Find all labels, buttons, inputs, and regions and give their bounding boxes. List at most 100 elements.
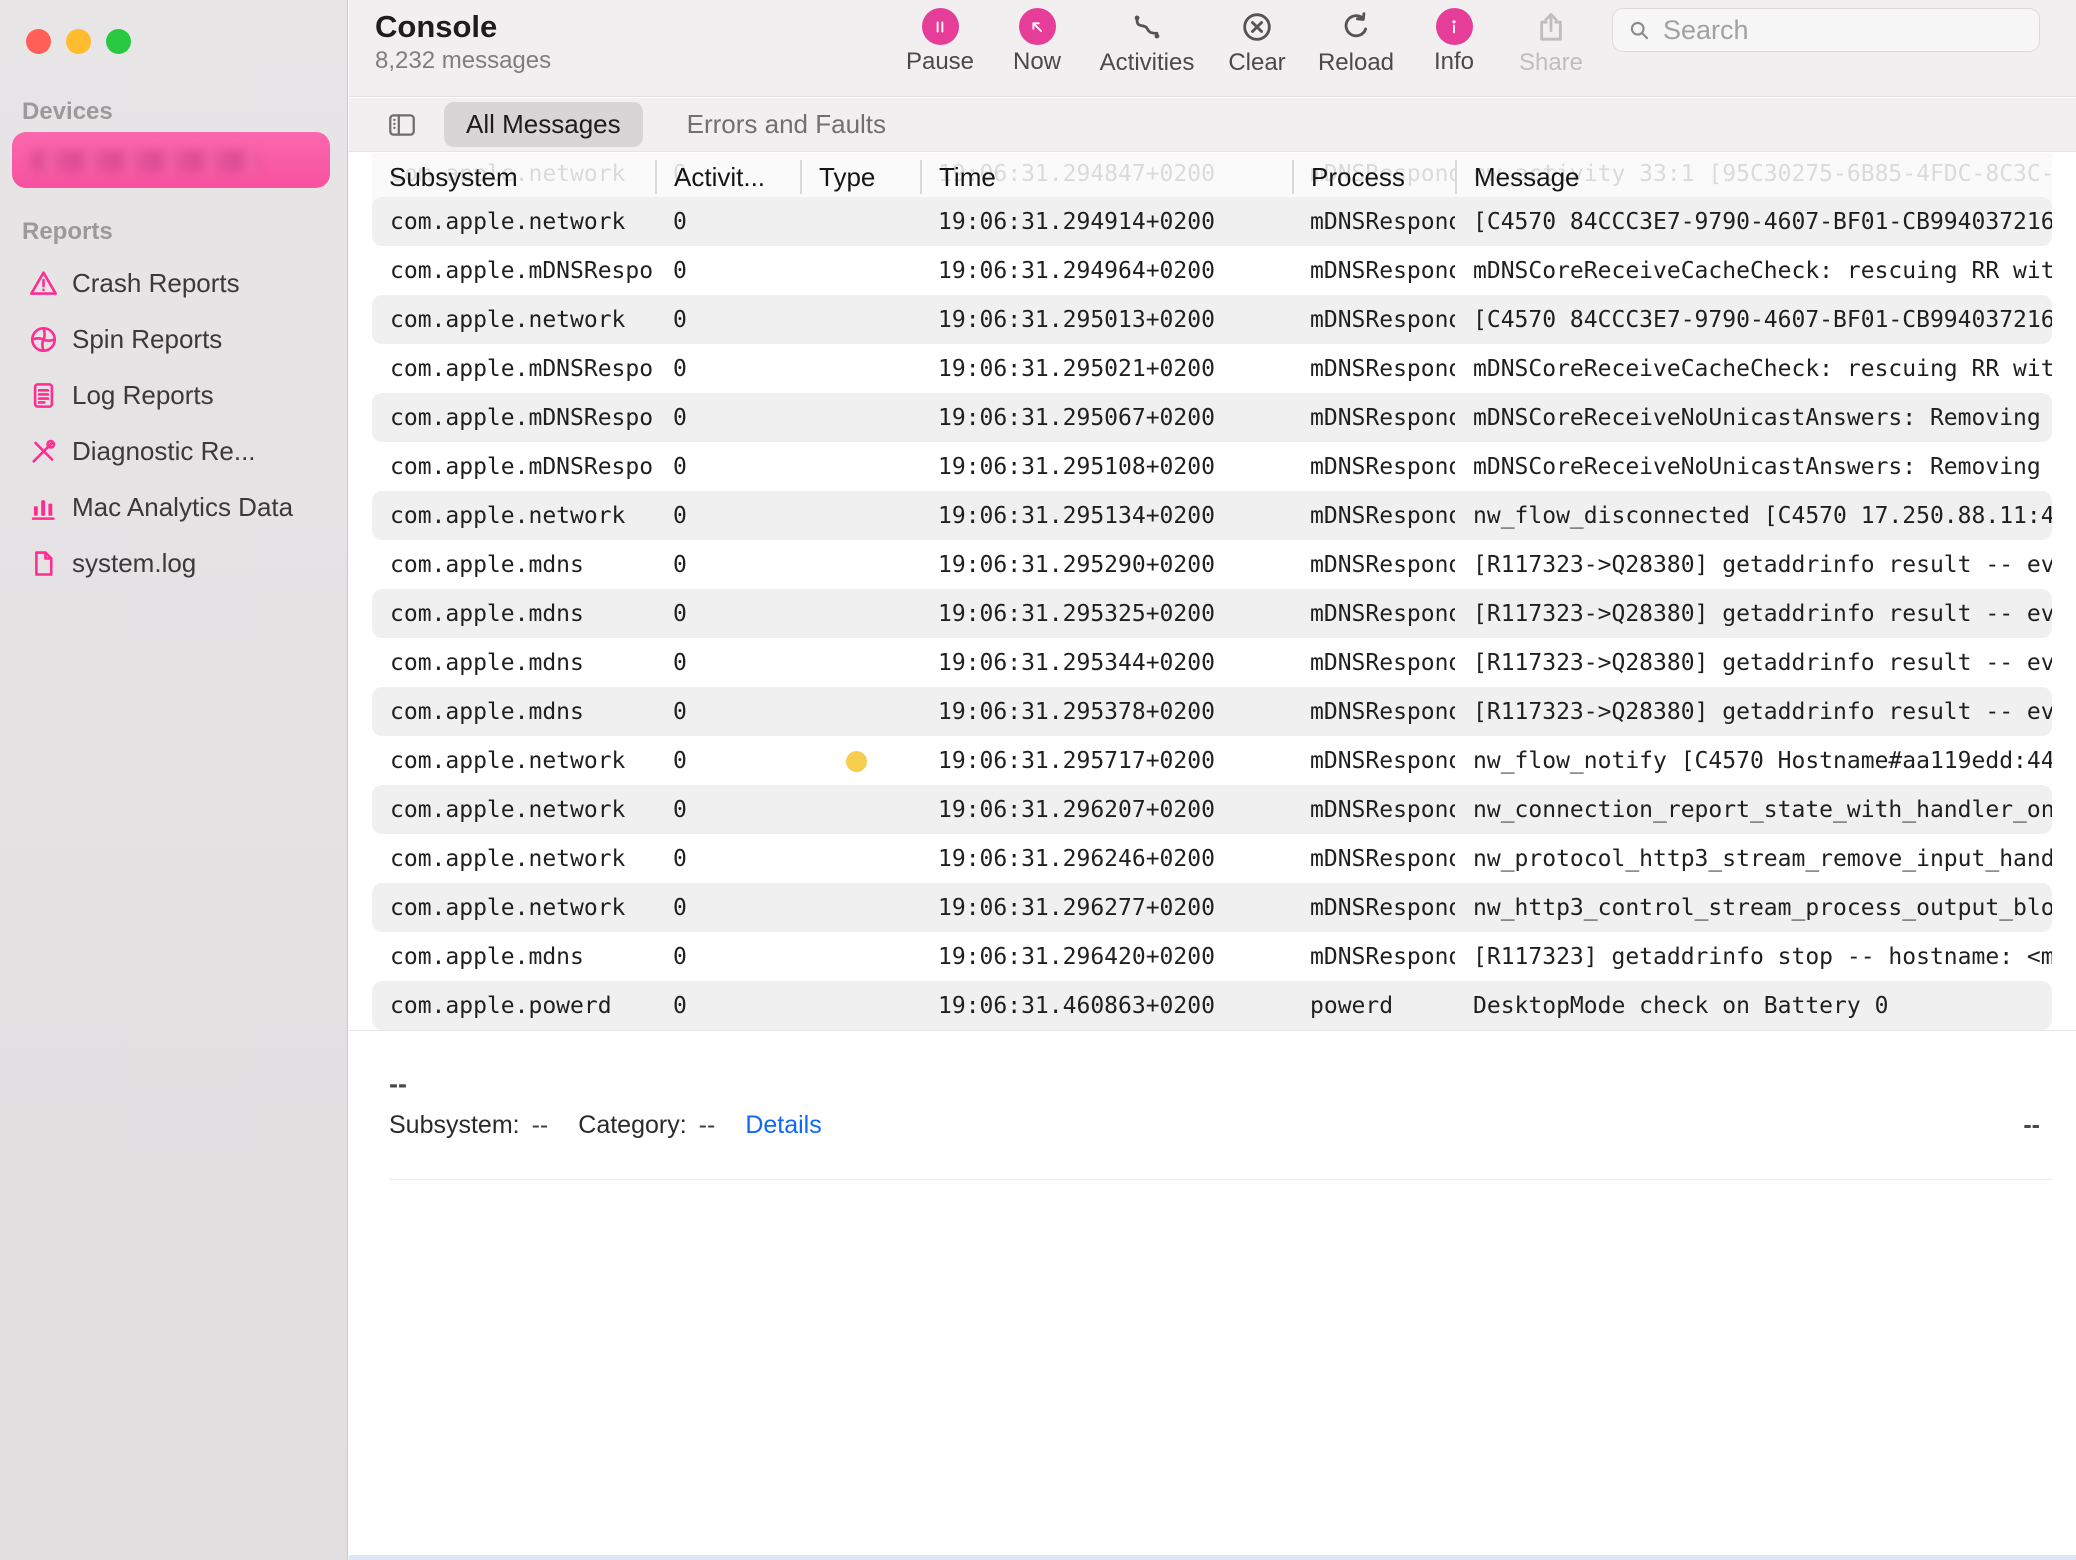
- cell-message: [R117323->Q28380] getaddrinfo result -- …: [1455, 552, 2052, 578]
- sidebar-item-system-log[interactable]: system.log: [0, 535, 348, 591]
- now-button[interactable]: Now: [989, 8, 1085, 74]
- bottom-edge-highlight: [349, 1555, 2076, 1560]
- column-header-process[interactable]: Process: [1292, 160, 1455, 194]
- cell-subsystem: com.apple.network: [372, 307, 655, 333]
- cell-activity: 0: [655, 993, 800, 1019]
- detail-subsystem-label: Subsystem:: [389, 1111, 520, 1140]
- log-row[interactable]: com.apple.network019:06:31.294914+0200mD…: [372, 197, 2052, 246]
- log-row[interactable]: com.apple.mDNSResponder019:06:31.295021+…: [372, 344, 2052, 393]
- log-row[interactable]: com.apple.mdns019:06:31.295325+0200mDNSR…: [372, 589, 2052, 638]
- log-row[interactable]: com.apple.network019:06:31.295717+0200mD…: [372, 736, 2052, 785]
- cell-activity: 0: [655, 307, 800, 333]
- cell-process: mDNSResponder: [1292, 503, 1455, 529]
- log-row[interactable]: com.apple.network019:06:31.296246+0200mD…: [372, 834, 2052, 883]
- cell-message: nw_connection_report_state_with_handler_…: [1455, 797, 2052, 823]
- pinwheel-icon: [28, 324, 59, 355]
- close-button[interactable]: [26, 29, 51, 54]
- cell-subsystem: com.apple.mdns: [372, 650, 655, 676]
- search-field[interactable]: [1612, 8, 2040, 52]
- cell-time: 19:06:31.296277+0200: [920, 895, 1292, 921]
- log-row[interactable]: com.apple.powerd019:06:31.460863+0200pow…: [372, 981, 2052, 1030]
- cell-subsystem: com.apple.mdns: [372, 944, 655, 970]
- cell-activity: 0: [655, 699, 800, 725]
- sidebar-item-log-reports[interactable]: Log Reports: [0, 367, 348, 423]
- minimize-button[interactable]: [66, 29, 91, 54]
- detail-meta: Subsystem: -- Category: -- Details: [389, 1111, 822, 1140]
- cell-message: DesktopMode check on Battery 0: [1455, 993, 2052, 1019]
- sidebar-toggle-icon[interactable]: [384, 108, 422, 142]
- device-name-redacted: [30, 150, 260, 172]
- clear-icon: [1240, 8, 1274, 46]
- log-row[interactable]: com.apple.network019:06:31.295134+0200mD…: [372, 491, 2052, 540]
- sidebar-item-mac-analytics-data[interactable]: Mac Analytics Data: [0, 479, 348, 535]
- activities-button[interactable]: Activities: [1099, 8, 1195, 75]
- cell-process: mDNSResponder: [1292, 552, 1455, 578]
- log-row[interactable]: com.apple.mdns019:06:31.295378+0200mDNSR…: [372, 687, 2052, 736]
- cell-message: mDNSCoreReceiveNoUnicastAnswers: Removin…: [1455, 405, 2052, 431]
- cell-subsystem: com.apple.powerd: [372, 993, 655, 1019]
- cell-activity: 0: [655, 454, 800, 480]
- cell-message: nw_protocol_http3_stream_remove_input_ha…: [1455, 846, 2052, 872]
- cell-message: mDNSCoreReceiveCacheCheck: rescuing RR w…: [1455, 356, 2052, 382]
- toolbar-button-label: Reload: [1318, 51, 1394, 75]
- cell-activity: 0: [655, 650, 800, 676]
- cell-activity: 0: [655, 552, 800, 578]
- sidebar-item-crash-reports[interactable]: Crash Reports: [0, 255, 348, 311]
- sidebar-item-label: system.log: [72, 548, 196, 579]
- pause-icon: [922, 8, 959, 45]
- cell-message: nw_flow_notify [C4570 Hostname#aa119edd:…: [1455, 748, 2052, 774]
- sidebar-item-diagnostic-re[interactable]: Diagnostic Re...: [0, 423, 348, 479]
- cell-subsystem: com.apple.network: [372, 503, 655, 529]
- cell-subsystem: com.apple.mdns: [372, 601, 655, 627]
- log-row[interactable]: com.apple.network019:06:31.296207+0200mD…: [372, 785, 2052, 834]
- sidebar-item-device-selected[interactable]: [12, 132, 330, 188]
- toolbar: Console 8,232 messages PauseNowActivitie…: [349, 0, 2076, 97]
- search-input[interactable]: [1661, 14, 2025, 47]
- sidebar: Devices Reports Crash ReportsSpin Report…: [0, 0, 348, 1560]
- cell-message: [R117323->Q28380] getaddrinfo result -- …: [1455, 699, 2052, 725]
- cell-process: mDNSResponder: [1292, 258, 1455, 284]
- details-link[interactable]: Details: [745, 1111, 821, 1140]
- log-row[interactable]: com.apple.mDNSResponder019:06:31.294964+…: [372, 246, 2052, 295]
- clear-button[interactable]: Clear: [1209, 8, 1305, 75]
- column-header-type[interactable]: Type: [800, 160, 920, 194]
- log-row[interactable]: com.apple.mDNSResponder019:06:31.295108+…: [372, 442, 2052, 491]
- log-row[interactable]: com.apple.network019:06:31.296277+0200mD…: [372, 883, 2052, 932]
- cell-message: [C4570 84CCC3E7-9790-4607-BF01-CB9940372…: [1455, 307, 2052, 333]
- cell-process: mDNSResponder: [1292, 650, 1455, 676]
- cell-type: [800, 747, 920, 774]
- zoom-button[interactable]: [106, 29, 131, 54]
- log-table: com.apple.network019:06:31.294847+0200mD…: [349, 153, 2076, 1030]
- detail-title: --: [389, 1069, 407, 1100]
- log-row[interactable]: com.apple.network019:06:31.295013+0200mD…: [372, 295, 2052, 344]
- detail-category-label: Category:: [578, 1111, 686, 1140]
- cell-time: 19:06:31.295134+0200: [920, 503, 1292, 529]
- column-header-time[interactable]: Time: [920, 160, 1292, 194]
- tab-errors-and-faults[interactable]: Errors and Faults: [665, 102, 908, 147]
- pause-button[interactable]: Pause: [892, 8, 988, 74]
- traffic-lights: [26, 29, 131, 54]
- cell-time: 19:06:31.296420+0200: [920, 944, 1292, 970]
- column-header-activit[interactable]: Activit...: [655, 160, 800, 194]
- detail-subsystem-value: --: [532, 1111, 549, 1140]
- sidebar-item-spin-reports[interactable]: Spin Reports: [0, 311, 348, 367]
- cell-activity: 0: [655, 405, 800, 431]
- cell-time: 19:06:31.295378+0200: [920, 699, 1292, 725]
- console-window: { "window": { "title": "Console", "subti…: [0, 0, 2076, 1560]
- tools-icon: [28, 436, 59, 467]
- reload-button[interactable]: Reload: [1308, 8, 1404, 75]
- cell-subsystem: com.apple.mdns: [372, 552, 655, 578]
- column-header-subsystem[interactable]: Subsystem: [372, 160, 655, 194]
- cell-subsystem: com.apple.network: [372, 846, 655, 872]
- toolbar-button-label: Share: [1519, 51, 1583, 75]
- cell-activity: 0: [655, 846, 800, 872]
- log-row[interactable]: com.apple.mDNSResponder019:06:31.295067+…: [372, 393, 2052, 442]
- log-row[interactable]: com.apple.mdns019:06:31.295290+0200mDNSR…: [372, 540, 2052, 589]
- cell-process: mDNSResponder: [1292, 405, 1455, 431]
- cell-time: 19:06:31.294964+0200: [920, 258, 1292, 284]
- column-header-message[interactable]: Message: [1455, 160, 2052, 194]
- log-row[interactable]: com.apple.mdns019:06:31.295344+0200mDNSR…: [372, 638, 2052, 687]
- tab-all-messages[interactable]: All Messages: [444, 102, 643, 147]
- info-button[interactable]: Info: [1406, 8, 1502, 74]
- log-row[interactable]: com.apple.mdns019:06:31.296420+0200mDNSR…: [372, 932, 2052, 981]
